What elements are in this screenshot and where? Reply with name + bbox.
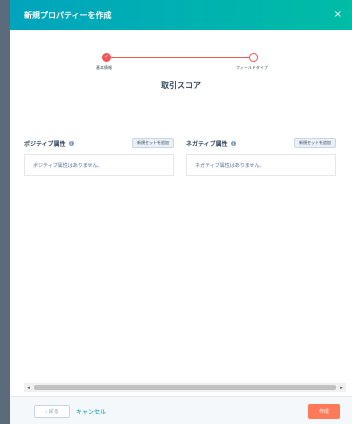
horizontal-scrollbar[interactable]: ◂ ▸ — [24, 383, 346, 392]
create-property-panel: 新規プロパティーを作成 × ✓ 基本情報 フィールドタイプ 取引スコア ポジティ… — [10, 0, 352, 424]
negative-attributes-title-text: ネガティブ属性 — [186, 140, 228, 148]
add-positive-set-button[interactable]: 新規セットを追加 — [132, 138, 174, 148]
create-button[interactable]: 作成 — [308, 404, 340, 419]
background-sidebar — [0, 0, 10, 424]
positive-attributes: ポジティブ属性 i 新規セットを追加 ポジティブ属性はありません。 — [24, 138, 174, 176]
back-button[interactable]: ‹ 戻る — [34, 405, 70, 418]
negative-attributes-header: ネガティブ属性 i 新規セットを追加 — [186, 138, 336, 148]
positive-attributes-header: ポジティブ属性 i 新規セットを追加 — [24, 138, 174, 148]
stepper-line — [106, 57, 253, 58]
section-title: 取引スコア — [161, 81, 201, 90]
negative-attributes: ネガティブ属性 i 新規セットを追加 ネガティブ属性はありません。 — [186, 138, 336, 176]
progress-stepper: ✓ 基本情報 フィールドタイプ — [10, 30, 352, 74]
cancel-button[interactable]: キャンセル — [76, 407, 106, 416]
info-icon[interactable]: i — [230, 140, 236, 146]
positive-attributes-empty: ポジティブ属性はありません。 — [24, 154, 174, 176]
info-icon[interactable]: i — [68, 140, 74, 146]
close-icon[interactable]: × — [334, 10, 342, 20]
step-field-type-dot — [249, 53, 258, 62]
checkmark-icon: ✓ — [104, 54, 109, 60]
scrollbar-thumb[interactable] — [34, 385, 336, 390]
positive-attributes-title-text: ポジティブ属性 — [24, 140, 66, 148]
add-negative-set-button[interactable]: 新規セットを追加 — [294, 138, 336, 148]
scroll-left-arrow-icon[interactable]: ◂ — [24, 383, 33, 392]
negative-attributes-title: ネガティブ属性 i — [186, 139, 236, 148]
step-basic-info-label: 基本情報 — [96, 65, 112, 70]
positive-attributes-title: ポジティブ属性 i — [24, 139, 74, 148]
step-basic-info-dot: ✓ — [102, 53, 111, 62]
step-field-type-label: フィールドタイプ — [236, 65, 268, 70]
scroll-right-arrow-icon[interactable]: ▸ — [337, 383, 346, 392]
panel-header: 新規プロパティーを作成 × — [10, 0, 352, 30]
negative-attributes-empty: ネガティブ属性はありません。 — [186, 154, 336, 176]
panel-title: 新規プロパティーを作成 — [24, 10, 112, 20]
panel-footer: ‹ 戻る キャンセル 作成 — [10, 396, 352, 424]
